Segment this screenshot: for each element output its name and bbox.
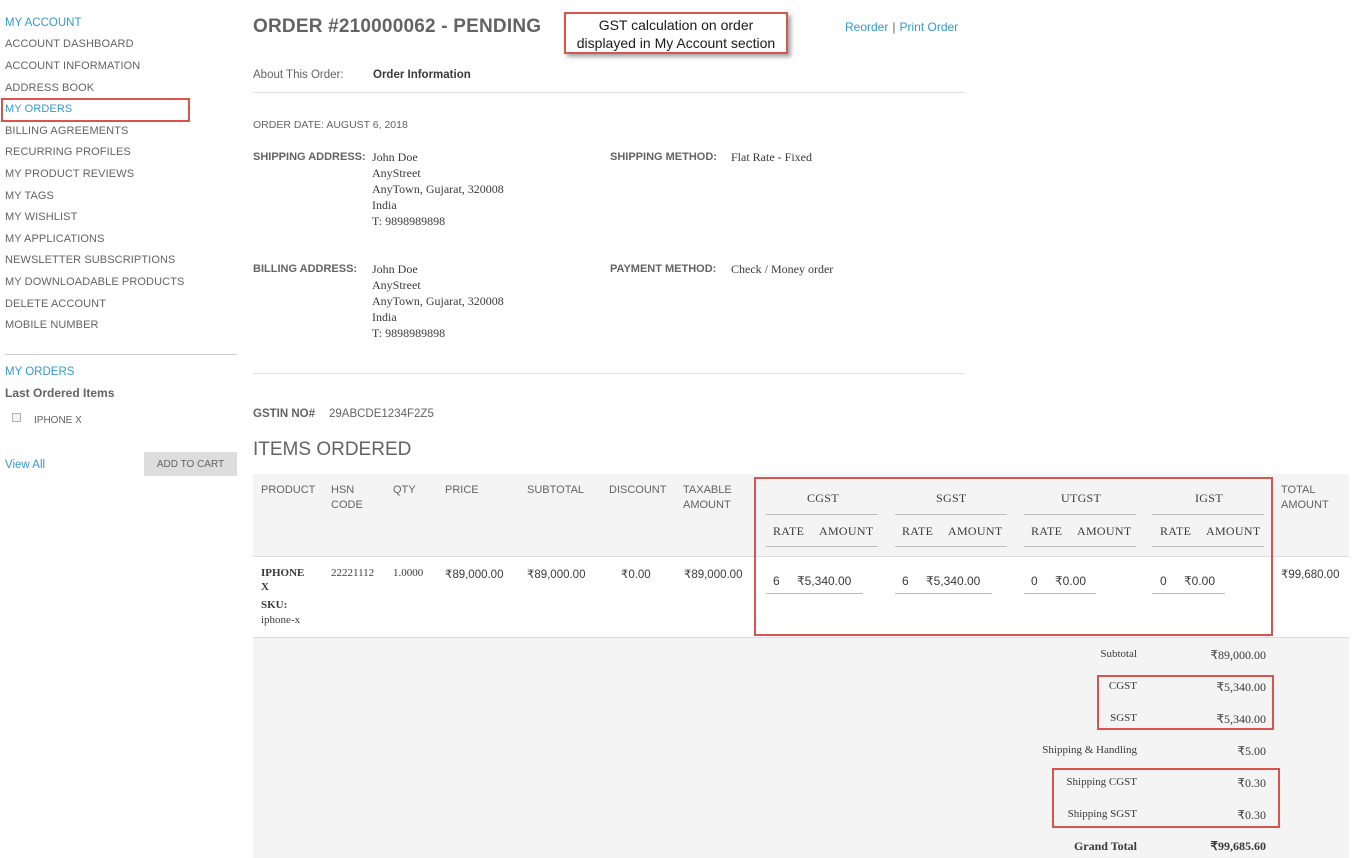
row-product-name: IPHONE X bbox=[261, 566, 304, 594]
about-order-label: About This Order: bbox=[253, 69, 344, 81]
col-discount: DISCOUNT bbox=[609, 484, 667, 496]
col-taxable-line: TAXABLE bbox=[683, 484, 732, 496]
last-ordered-product: IPHONE X bbox=[34, 415, 82, 426]
billing-address-line: T: 9898989898 bbox=[372, 326, 446, 340]
order-date: ORDER DATE: AUGUST 6, 2018 bbox=[253, 119, 408, 131]
page-title: ORDER #210000062 - PENDING bbox=[253, 16, 542, 37]
sidebar-item-my-applications[interactable]: MY APPLICATIONS bbox=[5, 233, 105, 245]
print-order-link[interactable]: Print Order bbox=[899, 20, 958, 34]
col-product: PRODUCT bbox=[261, 484, 316, 496]
shipping-address-label: SHIPPING ADDRESS: bbox=[253, 151, 366, 163]
col-qty: QTY bbox=[393, 484, 416, 496]
payment-method-label: PAYMENT METHOD: bbox=[610, 263, 717, 275]
sidebar-item-address-book[interactable]: ADDRESS BOOK bbox=[5, 82, 94, 94]
shipping-address-line: John Doe bbox=[372, 150, 418, 164]
sidebar-item-delete-account[interactable]: DELETE ACCOUNT bbox=[5, 298, 106, 310]
col-hsn-line: CODE bbox=[331, 499, 363, 511]
add-to-cart-button[interactable]: ADD TO CART bbox=[144, 452, 237, 476]
shipping-handling-label: Shipping & Handling bbox=[1042, 744, 1137, 756]
row-sku-label: SKU: bbox=[261, 599, 288, 611]
row-discount: ₹0.00 bbox=[621, 569, 651, 581]
shipping-address-line: AnyTown, Gujarat, 320008 bbox=[372, 182, 504, 196]
row-qty: 1.0000 bbox=[393, 567, 424, 579]
col-subtotal: SUBTOTAL bbox=[527, 484, 585, 496]
callout-line-1: GST calculation on order bbox=[598, 17, 754, 33]
gstin-value: 29ABCDE1234F2Z5 bbox=[329, 408, 434, 420]
sidebar-item-my-downloadable-products[interactable]: MY DOWNLOADABLE PRODUCTS bbox=[5, 276, 184, 288]
actions-separator: | bbox=[892, 20, 896, 34]
gst-totals-highlight-box bbox=[1097, 675, 1274, 730]
divider bbox=[253, 373, 965, 374]
items-ordered-title: ITEMS ORDERED bbox=[253, 439, 412, 460]
row-taxable: ₹89,000.00 bbox=[684, 569, 743, 581]
shipping-address-line: AnyStreet bbox=[372, 166, 421, 180]
col-price: PRICE bbox=[445, 484, 479, 496]
shipping-address-line: T: 9898989898 bbox=[372, 214, 446, 228]
shipping-gst-highlight-box bbox=[1052, 768, 1280, 828]
sidebar-divider bbox=[5, 354, 237, 355]
col-total-line: AMOUNT bbox=[1281, 499, 1329, 511]
col-hsn: HSN CODE bbox=[331, 483, 363, 513]
sidebar-title: MY ACCOUNT bbox=[5, 17, 82, 29]
payment-method: Check / Money order bbox=[731, 262, 834, 276]
grand-total-value: ₹99,685.60 bbox=[1210, 839, 1266, 853]
sidebar-item-account-information[interactable]: ACCOUNT INFORMATION bbox=[5, 60, 140, 72]
col-total-line: TOTAL bbox=[1281, 484, 1316, 496]
grand-total-label: Grand Total bbox=[1073, 839, 1137, 853]
gstin-label: GSTIN NO# bbox=[253, 408, 315, 420]
sidebar-item-my-wishlist[interactable]: MY WISHLIST bbox=[5, 211, 77, 223]
sidebar-item-mobile-number[interactable]: MOBILE NUMBER bbox=[5, 319, 99, 331]
col-taxable-amount: TAXABLE AMOUNT bbox=[683, 483, 732, 513]
shipping-method-label: SHIPPING METHOD: bbox=[610, 151, 717, 163]
row-subtotal: ₹89,000.00 bbox=[527, 569, 586, 581]
row-price: ₹89,000.00 bbox=[445, 569, 504, 581]
subtotal-label: Subtotal bbox=[1100, 648, 1137, 660]
row-product-line: IPHONE bbox=[261, 567, 305, 579]
row-sku: iphone-x bbox=[261, 614, 301, 626]
shipping-address: John Doe AnyStreet AnyTown, Gujarat, 320… bbox=[372, 149, 504, 229]
sidebar-item-my-product-reviews[interactable]: MY PRODUCT REVIEWS bbox=[5, 168, 134, 180]
sidebar-item-my-tags[interactable]: MY TAGS bbox=[5, 190, 54, 202]
tab-order-information[interactable]: Order Information bbox=[373, 69, 471, 81]
my-orders-highlight-box bbox=[1, 98, 190, 122]
sidebar-orders-title[interactable]: MY ORDERS bbox=[5, 366, 74, 378]
col-total-amount: TOTAL AMOUNT bbox=[1281, 483, 1329, 513]
sidebar-item-account-dashboard[interactable]: ACCOUNT DASHBOARD bbox=[5, 38, 134, 50]
subtotal-value: ₹89,000.00 bbox=[1210, 648, 1266, 662]
sidebar-item-recurring-profiles[interactable]: RECURRING PROFILES bbox=[5, 146, 131, 158]
reorder-link[interactable]: Reorder bbox=[845, 20, 888, 34]
callout-line-2: displayed in My Account section bbox=[576, 35, 776, 51]
shipping-handling-value: ₹5.00 bbox=[1237, 744, 1266, 758]
row-total: ₹99,680.00 bbox=[1281, 569, 1340, 581]
view-all-link[interactable]: View All bbox=[5, 459, 45, 471]
sidebar-item-billing-agreements[interactable]: BILLING AGREEMENTS bbox=[5, 125, 128, 137]
billing-address-line: John Doe bbox=[372, 262, 418, 276]
last-ordered-checkbox[interactable] bbox=[12, 413, 21, 422]
order-actions: Reorder | Print Order bbox=[845, 20, 958, 34]
billing-address-label: BILLING ADDRESS: bbox=[253, 263, 358, 275]
billing-address-line: India bbox=[372, 310, 397, 324]
billing-address-line: AnyTown, Gujarat, 320008 bbox=[372, 294, 504, 308]
divider bbox=[253, 92, 965, 93]
annotation-callout: GST calculation on order displayed in My… bbox=[564, 12, 788, 54]
billing-address-line: AnyStreet bbox=[372, 278, 421, 292]
last-ordered-items-label: Last Ordered Items bbox=[5, 386, 115, 400]
sidebar-item-newsletter-subscriptions[interactable]: NEWSLETTER SUBSCRIPTIONS bbox=[5, 254, 175, 266]
shipping-method: Flat Rate - Fixed bbox=[731, 150, 812, 164]
row-hsn: 22221112 bbox=[331, 567, 375, 579]
col-hsn-line: HSN bbox=[331, 484, 355, 496]
billing-address: John Doe AnyStreet AnyTown, Gujarat, 320… bbox=[372, 261, 504, 341]
col-taxable-line: AMOUNT bbox=[683, 499, 731, 511]
shipping-address-line: India bbox=[372, 198, 397, 212]
tax-columns-highlight-box bbox=[754, 477, 1273, 636]
row-product-line: X bbox=[261, 581, 269, 593]
